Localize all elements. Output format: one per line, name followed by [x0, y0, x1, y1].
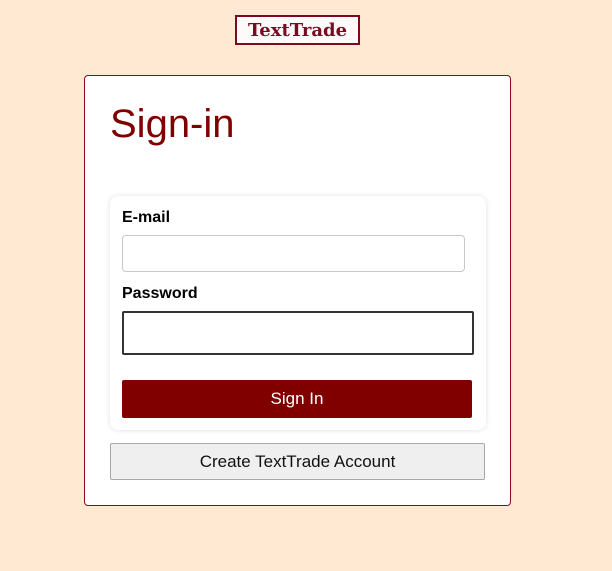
sign-in-button[interactable]: Sign In	[122, 380, 472, 418]
password-label: Password	[122, 285, 198, 302]
signin-form: E-mail Password Sign In	[110, 196, 486, 430]
email-label: E-mail	[122, 209, 171, 226]
page-title: Sign-in	[110, 102, 235, 146]
email-field[interactable]	[122, 235, 465, 272]
signin-card: Sign-in E-mail Password Sign In Create T…	[84, 75, 511, 506]
password-field[interactable]	[122, 311, 474, 355]
logo-text: TextTrade	[247, 19, 348, 41]
texttrade-logo[interactable]: TextTrade	[235, 15, 360, 45]
create-account-button[interactable]: Create TextTrade Account	[110, 443, 485, 480]
